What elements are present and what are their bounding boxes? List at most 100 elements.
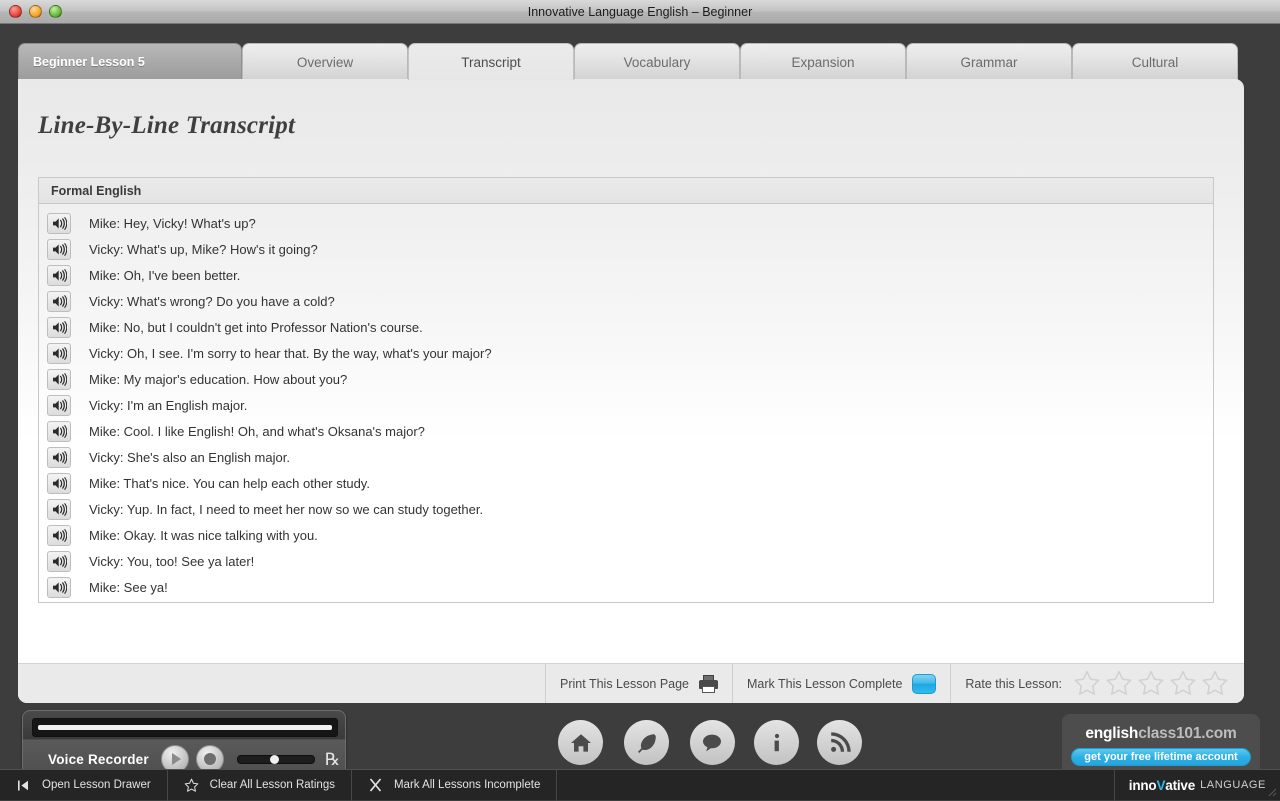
rating-stars[interactable] (1072, 669, 1230, 698)
volume-slider-knob[interactable] (269, 754, 279, 764)
play-audio-icon[interactable] (47, 498, 71, 520)
drawer-icon (16, 779, 31, 792)
logo-suffix: LANGUAGE (1200, 779, 1266, 791)
print-lesson-action[interactable]: Print This Lesson Page (545, 663, 732, 703)
transcript-line-text: Mike: Oh, I've been better. (89, 267, 241, 283)
tab-label: Vocabulary (623, 54, 691, 70)
status-bar: Open Lesson Drawer Clear All Lesson Rati… (0, 769, 1280, 801)
play-audio-icon[interactable] (47, 238, 71, 260)
brand-site-name: englishclass101.com (1085, 725, 1236, 743)
rss-icon (817, 720, 863, 765)
tab-cultural[interactable]: Cultural (1072, 43, 1238, 80)
status-item-label: Open Lesson Drawer (42, 779, 151, 791)
rating-star-2[interactable] (1104, 669, 1134, 698)
play-audio-icon[interactable] (47, 264, 71, 286)
transcript-line: Vicky: I'm an English major. (39, 392, 1213, 418)
tab-vocabulary[interactable]: Vocabulary (574, 43, 740, 80)
play-audio-icon[interactable] (47, 446, 71, 468)
resize-grip[interactable] (1265, 785, 1277, 797)
transcript-line-text: Mike: Okay. It was nice talking with you… (89, 527, 318, 543)
print-label: Print This Lesson Page (560, 676, 690, 691)
transcript-line-text: Vicky: Yup. In fact, I need to meet her … (89, 501, 484, 517)
mark-complete-label: Mark This Lesson Complete (747, 676, 903, 691)
transcript-section-header: Formal English (39, 178, 1213, 204)
feather-icon (624, 720, 669, 765)
transcript-line: Mike: Cool. I like English! Oh, and what… (39, 418, 1213, 444)
logo-check-v: V (1156, 777, 1166, 793)
tab-overview[interactable]: Overview (242, 43, 408, 80)
play-audio-icon[interactable] (47, 316, 71, 338)
window-titlebar: Innovative Language English – Beginner (0, 0, 1280, 24)
rating-star-4[interactable] (1168, 669, 1198, 698)
printer-icon[interactable] (699, 674, 719, 693)
tab-label: Transcript (461, 54, 521, 70)
transcript-line: Vicky: Oh, I see. I'm sorry to hear that… (39, 340, 1213, 366)
app-shell: Beginner Lesson 5 Overview Transcript Vo… (0, 24, 1280, 801)
tab-bar: Beginner Lesson 5 Overview Transcript Vo… (18, 43, 1262, 80)
content-panel: Line-By-Line Transcript Formal English M… (18, 79, 1244, 703)
play-audio-icon[interactable] (47, 342, 71, 364)
play-audio-icon[interactable] (47, 420, 71, 442)
transcript-line-text: Vicky: Oh, I see. I'm sorry to hear that… (89, 345, 492, 361)
tab-beginner-lesson-5[interactable]: Beginner Lesson 5 (18, 43, 242, 80)
logo-text-post: ative (1165, 777, 1196, 793)
transcript-line: Mike: My major's education. How about yo… (39, 366, 1213, 392)
volume-icon: ℞ (324, 749, 341, 769)
rating-star-3[interactable] (1136, 669, 1166, 698)
status-item-label: Mark All Lessons Incomplete (393, 779, 541, 791)
transcript-line-text: Mike: My major's education. How about yo… (89, 371, 348, 387)
logo-text-pre: inno (1128, 777, 1157, 793)
transcript-line-text: Vicky: She's also an English major. (89, 449, 290, 465)
play-audio-icon[interactable] (47, 524, 71, 546)
transcript-line-text: Mike: See ya! (89, 579, 168, 595)
brand-promo-box: englishclass101.com get your free lifeti… (1062, 714, 1260, 776)
tab-transcript[interactable]: Transcript (408, 43, 574, 80)
brand-name-rest: class101.com (1138, 724, 1237, 742)
recorder-waveform-display (32, 718, 338, 737)
play-audio-icon[interactable] (47, 472, 71, 494)
voice-recorder-panel: Voice Recorder ℞ (22, 710, 346, 778)
page-title: Line-By-Line Transcript (38, 112, 296, 139)
tab-label: Cultural (1131, 54, 1179, 70)
mark-complete-checkbox[interactable] (912, 673, 937, 694)
tab-label: Overview (296, 54, 354, 70)
transcript-line: Vicky: She's also an English major. (39, 444, 1213, 470)
play-audio-icon[interactable] (47, 212, 71, 234)
transcript-line-list: Mike: Hey, Vicky! What's up? Vicky: What'… (39, 204, 1213, 600)
transcript-line: Mike: Okay. It was nice talking with you… (39, 522, 1213, 548)
transcript-line: Mike: Oh, I've been better. (39, 262, 1213, 288)
transcript-line: Mike: That's nice. You can help each oth… (39, 470, 1213, 496)
home-icon (558, 720, 603, 765)
play-audio-icon[interactable] (47, 550, 71, 572)
transcript-line-text: Vicky: I'm an English major. (89, 397, 248, 413)
section-header-label: Formal English (51, 183, 142, 198)
transcript-table: Formal English Mike: Hey, Vicky! What's … (38, 177, 1214, 603)
play-audio-icon[interactable] (47, 576, 71, 598)
play-audio-icon[interactable] (47, 394, 71, 416)
tab-label: Grammar (960, 54, 1018, 70)
transcript-line: Mike: No, but I couldn't get into Profes… (39, 314, 1213, 340)
window-title: Innovative Language English – Beginner (527, 4, 753, 19)
mark-all-incomplete-button[interactable]: Mark All Lessons Incomplete (352, 769, 558, 801)
tab-label: Expansion (791, 54, 855, 70)
transcript-line-text: Vicky: You, too! See ya later! (89, 553, 255, 569)
rate-label: Rate this Lesson: (965, 676, 1062, 691)
play-audio-icon[interactable] (47, 290, 71, 312)
transcript-line: Mike: Hey, Vicky! What's up? (39, 210, 1213, 236)
tab-expansion[interactable]: Expansion (740, 43, 906, 80)
info-icon (754, 720, 800, 765)
star-outline-icon (184, 778, 199, 793)
play-audio-icon[interactable] (47, 368, 71, 390)
transcript-line-text: Mike: No, but I couldn't get into Profes… (89, 319, 423, 335)
x-icon (368, 778, 383, 792)
rating-star-1[interactable] (1072, 669, 1102, 698)
open-lesson-drawer-button[interactable]: Open Lesson Drawer (0, 769, 168, 801)
mark-complete-action[interactable]: Mark This Lesson Complete (732, 663, 950, 703)
free-account-button[interactable]: get your free lifetime account (1071, 747, 1251, 766)
rating-star-5[interactable] (1200, 669, 1230, 698)
tab-grammar[interactable]: Grammar (906, 43, 1072, 80)
tab-label: Beginner Lesson 5 (33, 55, 145, 69)
transcript-line-text: Vicky: What's wrong? Do you have a cold? (89, 293, 335, 309)
clear-all-ratings-button[interactable]: Clear All Lesson Ratings (168, 769, 352, 801)
volume-slider[interactable] (236, 754, 315, 764)
